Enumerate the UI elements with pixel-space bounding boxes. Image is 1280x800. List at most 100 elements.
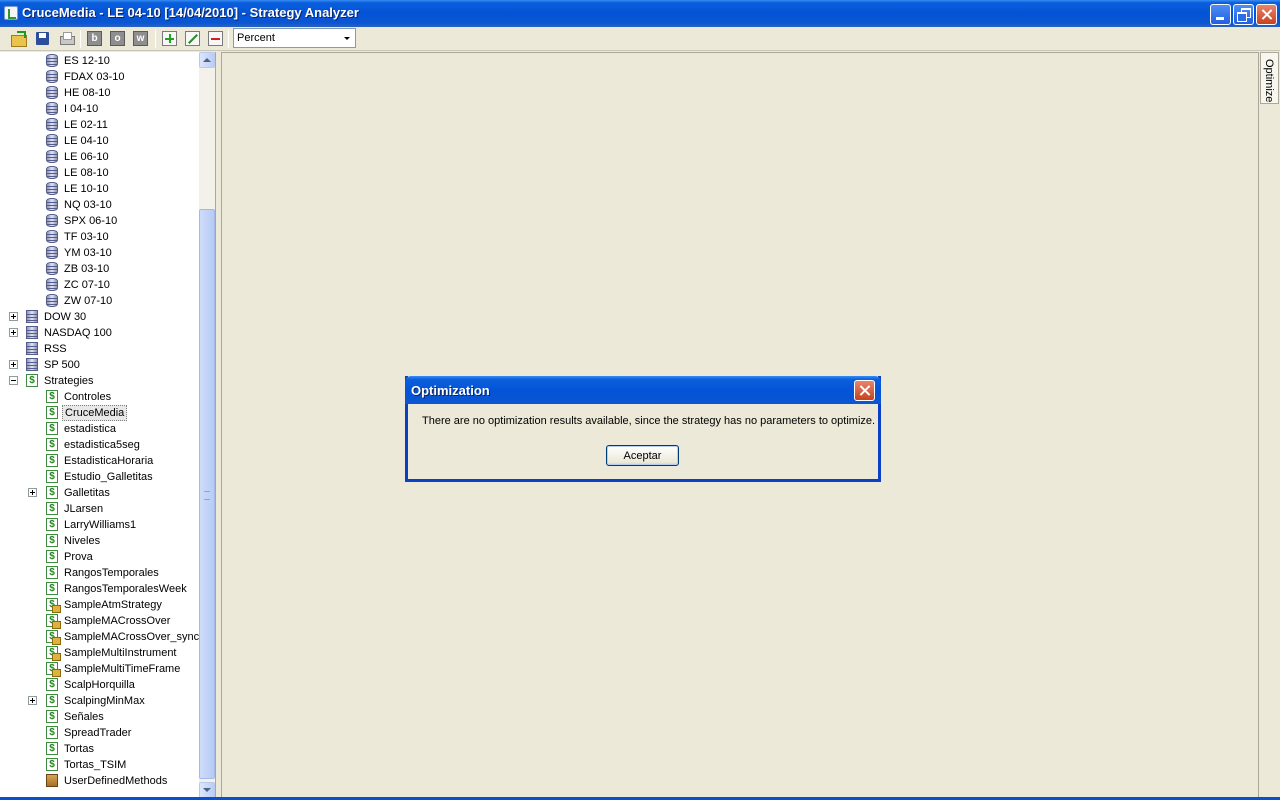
tree-item-label: Galletitas — [64, 487, 110, 499]
tree-item-strategy[interactable]: UserDefinedMethods — [0, 773, 198, 789]
tree-item-label: SampleAtmStrategy — [64, 599, 162, 611]
tree-item-label: Niveles — [64, 535, 101, 547]
dollar-icon: $ — [46, 550, 58, 563]
tree-item-list[interactable]: NASDAQ 100 — [0, 325, 198, 341]
tree-item-label: LE 08-10 — [64, 167, 109, 179]
locked-strategy-icon: $ — [46, 598, 61, 613]
toolbar: b o w — [0, 27, 1280, 51]
tree-item-label: JLarsen — [64, 503, 104, 515]
tree-item-strategy[interactable]: $ Controles — [0, 389, 198, 405]
tree-item-strategy[interactable]: $ Estudio_Galletitas — [0, 469, 198, 485]
tree-item-strategy[interactable]: $ SampleAtmStrategy — [0, 597, 198, 613]
tree-item-strategy[interactable]: $ Niveles — [0, 533, 198, 549]
database-icon — [46, 86, 58, 99]
tree-item-strategy[interactable]: $ estadistica — [0, 421, 198, 437]
tree-item-list[interactable]: DOW 30 — [0, 309, 198, 325]
tree-item-label: LarryWilliams1 — [64, 519, 137, 531]
instrument-tree[interactable]: ES 12-10 FDAX 03-10 HE 08-10 I 04-10 LE 02-1… — [0, 52, 216, 798]
w-button[interactable]: w — [133, 31, 148, 46]
tree-item-label: Tortas_TSIM — [64, 759, 127, 771]
tree-item-strategy[interactable]: $ SampleMultiTimeFrame — [0, 661, 198, 677]
tree-item-label: LE 04-10 — [64, 135, 109, 147]
remove-icon[interactable] — [208, 31, 223, 46]
minimize-button[interactable] — [1210, 4, 1231, 25]
tree-item-list[interactable]: SP 500 — [0, 357, 198, 373]
scroll-thumb[interactable] — [199, 209, 215, 779]
chevron-down-icon[interactable] — [340, 30, 354, 46]
close-window-button[interactable] — [1256, 4, 1277, 25]
tree-item-strategy[interactable]: $ SampleMACrossOver — [0, 613, 198, 629]
expand-icon[interactable] — [9, 360, 18, 369]
collapse-icon[interactable] — [9, 376, 18, 385]
tree-item-instrument[interactable]: HE 08-10 — [0, 85, 198, 101]
tree-item-strategies[interactable]: $ Strategies — [0, 373, 198, 389]
locked-strategy-icon: $ — [46, 646, 61, 661]
tree-scrollbar[interactable] — [199, 52, 215, 798]
database-icon — [46, 70, 58, 83]
tree-item-instrument[interactable]: LE 06-10 — [0, 149, 198, 165]
tree-item-instrument[interactable]: TF 03-10 — [0, 229, 198, 245]
dollar-icon: $ — [46, 502, 58, 515]
tree-item-strategy[interactable]: $ SampleMultiInstrument — [0, 645, 198, 661]
tree-item-strategy[interactable]: $ Prova — [0, 549, 198, 565]
tree-item-instrument[interactable]: I 04-10 — [0, 101, 198, 117]
scroll-down-button[interactable] — [199, 782, 215, 798]
print-icon[interactable] — [58, 30, 75, 47]
tree-item-strategy[interactable]: $ ScalpHorquilla — [0, 677, 198, 693]
tree-item-strategy[interactable]: $ Tortas — [0, 741, 198, 757]
edit-icon[interactable] — [185, 31, 200, 46]
app-icon[interactable] — [4, 6, 18, 20]
tree-item-strategy[interactable]: $ Galletitas — [0, 485, 198, 501]
tree-item-label: ZC 07-10 — [64, 279, 110, 291]
tree-item-instrument[interactable]: ZB 03-10 — [0, 261, 198, 277]
tree-item-list[interactable]: RSS — [0, 341, 198, 357]
scroll-up-button[interactable] — [199, 52, 215, 68]
expand-icon[interactable] — [28, 488, 37, 497]
b-button[interactable]: b — [87, 31, 102, 46]
expand-icon[interactable] — [9, 328, 18, 337]
tree-item-strategy[interactable]: $ SpreadTrader — [0, 725, 198, 741]
tree-item-strategy[interactable]: $ SampleMACrossOver_sync — [0, 629, 199, 645]
tree-item-strategy[interactable]: $ estadistica5seg — [0, 437, 198, 453]
tree-item-instrument[interactable]: LE 02-11 — [0, 117, 198, 133]
expand-icon[interactable] — [9, 312, 18, 321]
tree-item-instrument[interactable]: SPX 06-10 — [0, 213, 198, 229]
add-icon[interactable] — [162, 31, 177, 46]
tree-item-instrument[interactable]: ZC 07-10 — [0, 277, 198, 293]
tree-item-instrument[interactable]: NQ 03-10 — [0, 197, 198, 213]
database-icon — [46, 262, 58, 275]
display-mode-select[interactable]: Percent — [233, 28, 356, 48]
tree-item-strategy[interactable]: $ ScalpingMinMax — [0, 693, 198, 709]
tree-item-strategy[interactable]: $ RangosTemporalesWeek — [0, 581, 198, 597]
tree-item-strategy[interactable]: $ EstadisticaHoraria — [0, 453, 198, 469]
tree-item-instrument[interactable]: ZW 07-10 — [0, 293, 198, 309]
tree-item-instrument[interactable]: LE 04-10 — [0, 133, 198, 149]
open-folder-icon[interactable] — [10, 30, 27, 47]
save-icon[interactable] — [34, 30, 51, 47]
tree-item-strategy[interactable]: $ JLarsen — [0, 501, 198, 517]
tree-item-strategy[interactable]: $ Tortas_TSIM — [0, 757, 198, 773]
title-bar[interactable]: CruceMedia - LE 04-10 [14/04/2010] - Str… — [0, 0, 1280, 27]
o-button[interactable]: o — [110, 31, 125, 46]
tree-item-label: NQ 03-10 — [64, 199, 112, 211]
tree-item-strategy[interactable]: $ Señales — [0, 709, 198, 725]
tree-item-strategy[interactable]: $ CruceMedia — [0, 405, 198, 421]
database-icon — [46, 134, 58, 147]
tree-item-label: RSS — [44, 343, 67, 355]
tree-item-instrument[interactable]: FDAX 03-10 — [0, 69, 198, 85]
restore-button[interactable] — [1233, 4, 1254, 25]
tab-optimize[interactable]: Optimize — [1260, 52, 1279, 104]
tree-item-label: estadistica5seg — [64, 439, 140, 451]
tree-item-instrument[interactable]: YM 03-10 — [0, 245, 198, 261]
tree-item-strategy[interactable]: $ RangosTemporales — [0, 565, 198, 581]
tree-item-label: estadistica — [64, 423, 116, 435]
dialog-title-bar[interactable]: Optimization — [405, 376, 881, 404]
aceptar-button[interactable]: Aceptar — [606, 445, 679, 466]
dialog-close-button[interactable] — [854, 380, 875, 401]
tree-item-instrument[interactable]: LE 08-10 — [0, 165, 198, 181]
tree-item-instrument[interactable]: LE 10-10 — [0, 181, 198, 197]
tree-item-instrument[interactable]: ES 12-10 — [0, 53, 198, 69]
tree-item-strategy[interactable]: $ LarryWilliams1 — [0, 517, 198, 533]
database-icon — [46, 118, 58, 131]
expand-icon[interactable] — [28, 696, 37, 705]
